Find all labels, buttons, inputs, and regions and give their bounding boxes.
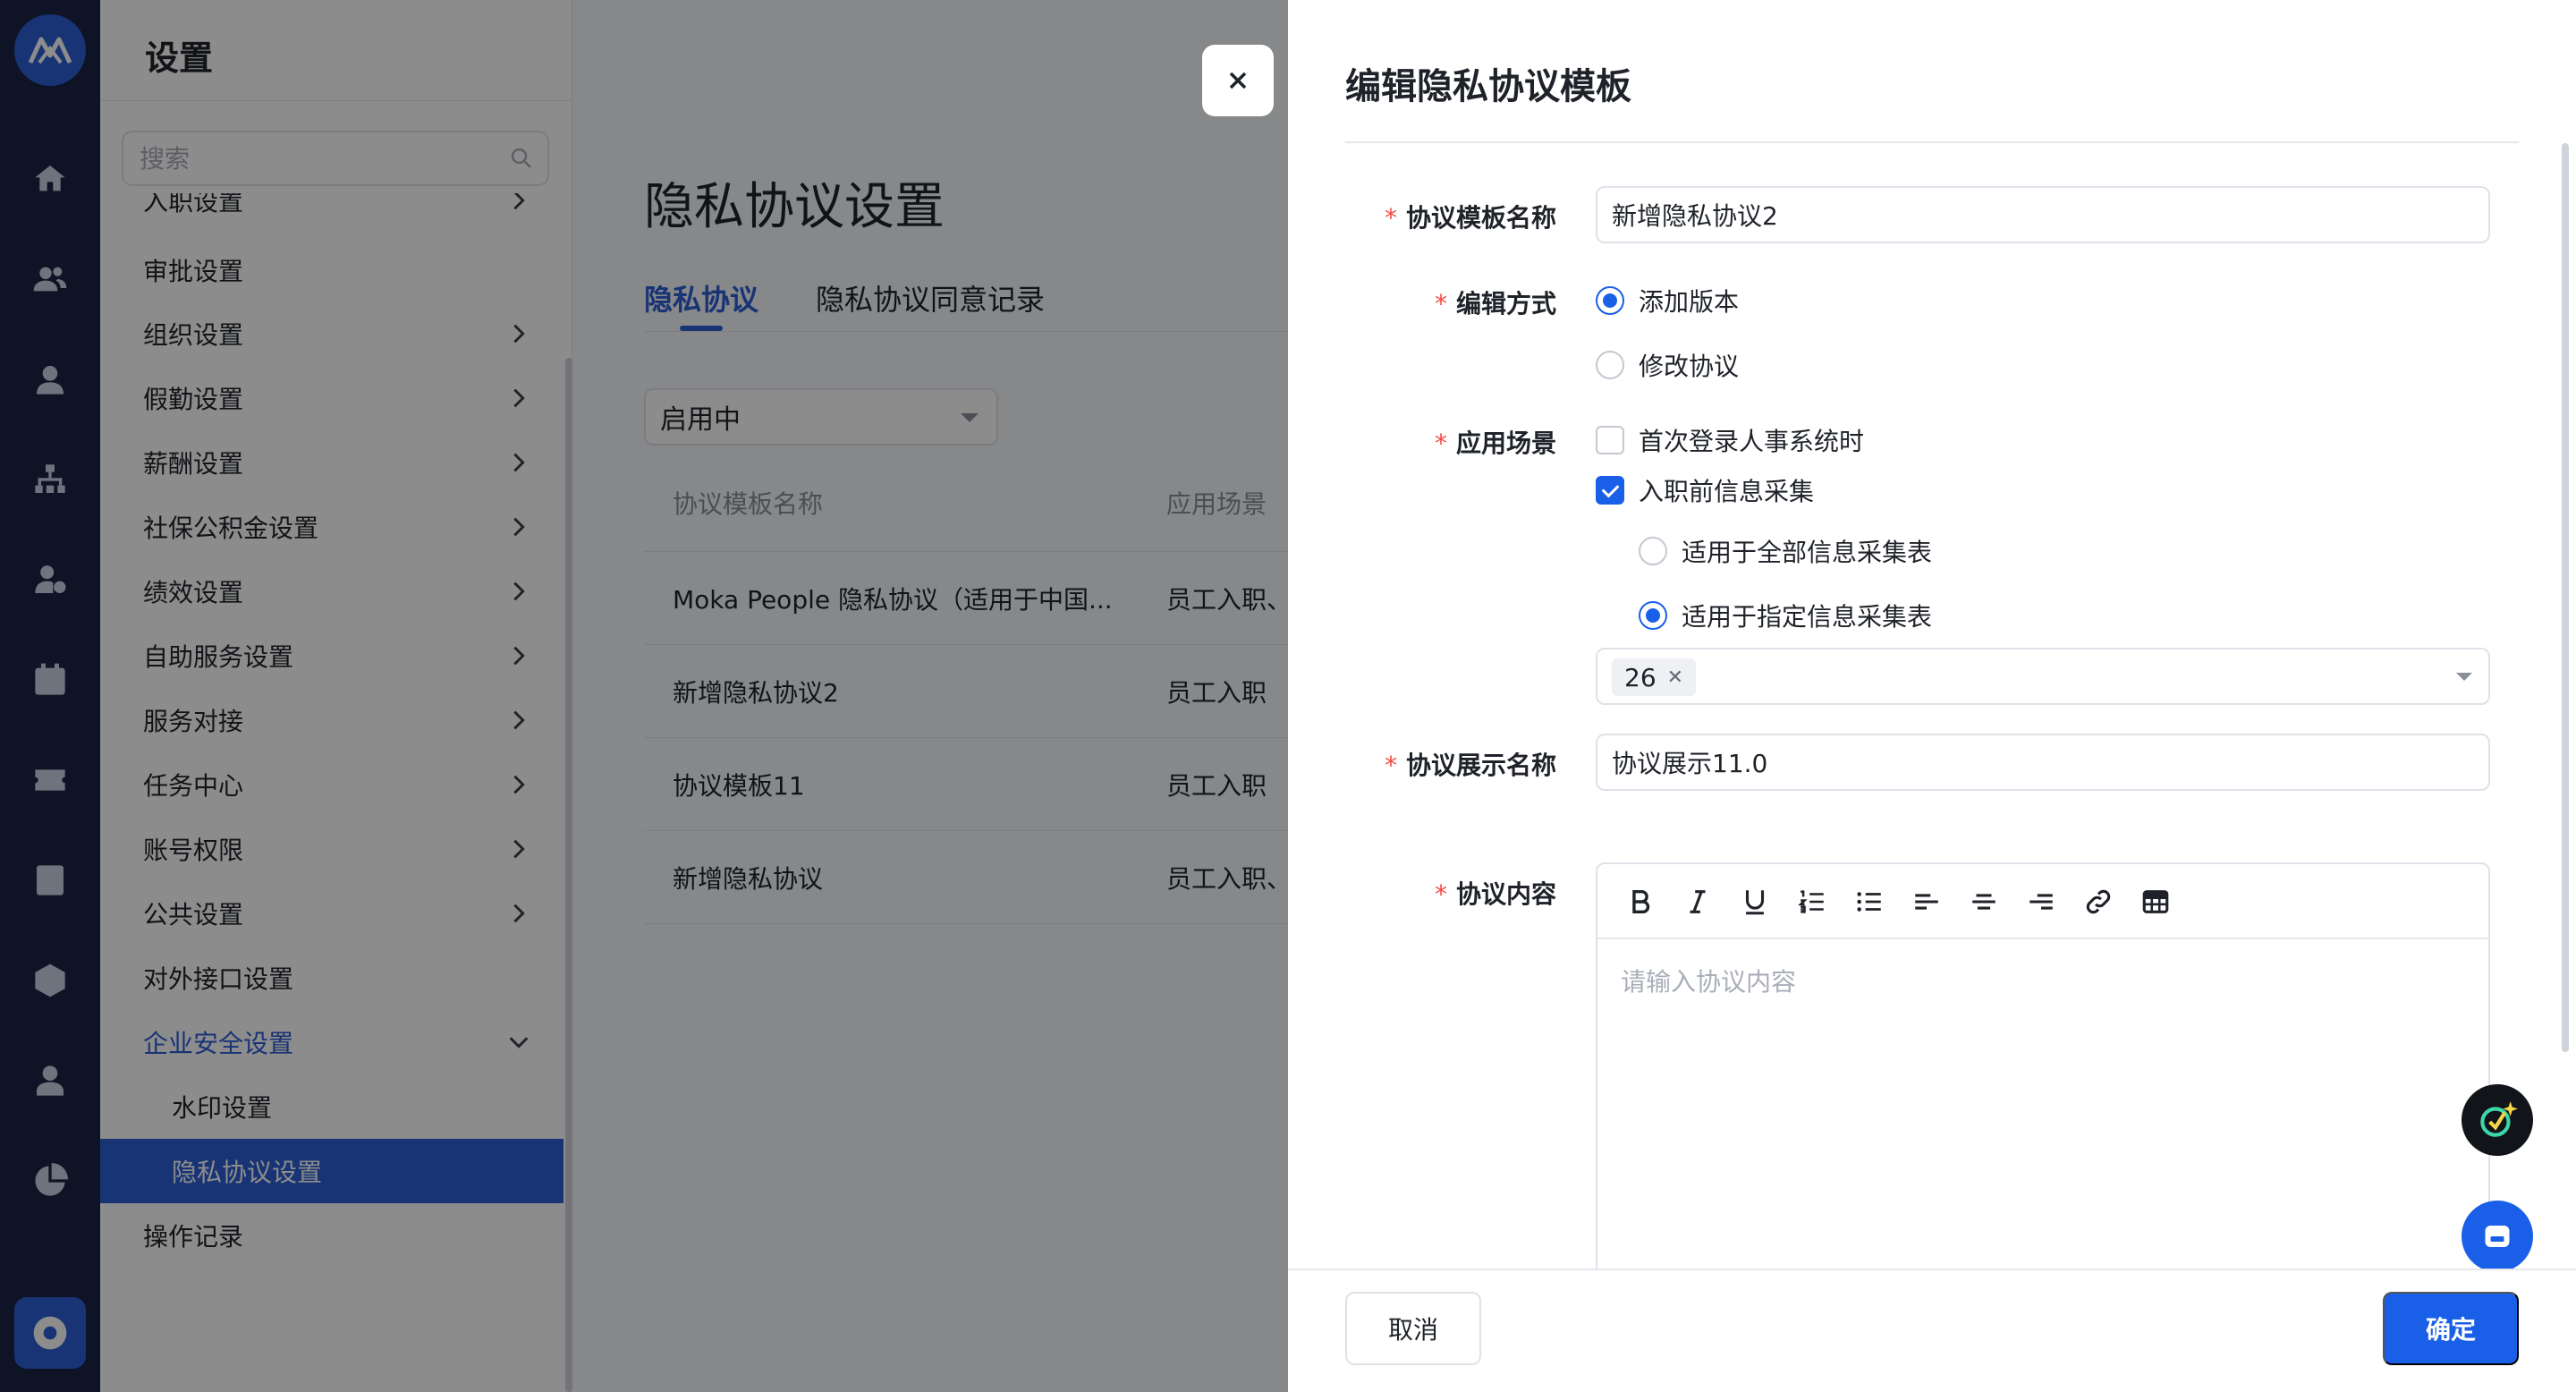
confirm-button[interactable]: 确定 bbox=[2383, 1292, 2519, 1365]
tag-remove-icon[interactable]: ✕ bbox=[1667, 666, 1683, 689]
italic-icon[interactable] bbox=[1680, 884, 1716, 920]
underline-icon[interactable] bbox=[1737, 884, 1773, 920]
radio-unchecked-icon bbox=[1596, 351, 1624, 379]
required-mark: * bbox=[1384, 751, 1397, 780]
required-mark: * bbox=[1434, 429, 1447, 458]
link-icon[interactable] bbox=[2080, 884, 2116, 920]
form-multi-select[interactable]: 26 ✕ bbox=[1596, 648, 2490, 705]
radio-modify-agreement[interactable]: 修改协议 bbox=[1596, 347, 1739, 383]
radio-checked-icon bbox=[1639, 601, 1667, 630]
ai-assistant-icon[interactable] bbox=[2462, 1084, 2533, 1156]
radio-add-version[interactable]: 添加版本 bbox=[1596, 283, 1739, 318]
checkbox-first-login[interactable]: 首次登录人事系统时 bbox=[1596, 422, 1864, 458]
bullet-list-icon[interactable] bbox=[1852, 884, 1887, 920]
drawer-title: 编辑隐私协议模板 bbox=[1345, 66, 1631, 107]
bold-icon[interactable] bbox=[1623, 884, 1658, 920]
table-icon[interactable] bbox=[2138, 884, 2174, 920]
template-name-label: * 协议模板名称 bbox=[1384, 203, 1556, 233]
editor-toolbar bbox=[1597, 864, 2488, 939]
ordered-list-icon[interactable] bbox=[1794, 884, 1830, 920]
align-left-icon[interactable] bbox=[1909, 884, 1945, 920]
edit-template-drawer: 编辑隐私协议模板 * 协议模板名称 新增隐私协议2 * 编辑方式 添加版本 修改协议… bbox=[1288, 0, 2576, 1392]
align-center-icon[interactable] bbox=[1966, 884, 2002, 920]
required-mark: * bbox=[1384, 203, 1397, 233]
cancel-button[interactable]: 取消 bbox=[1345, 1292, 1481, 1365]
modal-overlay[interactable] bbox=[0, 0, 1288, 1392]
radio-checked-icon bbox=[1596, 286, 1624, 315]
template-name-input[interactable]: 新增隐私协议2 bbox=[1596, 186, 2490, 243]
display-name-label: * 协议展示名称 bbox=[1384, 751, 1556, 780]
align-right-icon[interactable] bbox=[2023, 884, 2059, 920]
selected-tag: 26 ✕ bbox=[1612, 658, 1697, 696]
display-name-input[interactable]: 协议展示11.0 bbox=[1596, 734, 2490, 791]
checkbox-pre-onboarding[interactable]: 入职前信息采集 bbox=[1596, 472, 1814, 508]
close-icon bbox=[1229, 72, 1247, 89]
close-drawer-button[interactable] bbox=[1202, 45, 1274, 116]
required-mark: * bbox=[1434, 879, 1447, 909]
content-label: * 协议内容 bbox=[1434, 879, 1556, 909]
drawer-footer: 取消 确定 bbox=[1288, 1269, 2576, 1392]
radio-unchecked-icon bbox=[1639, 537, 1667, 565]
edit-mode-label: * 编辑方式 bbox=[1434, 289, 1556, 318]
radio-specified-forms[interactable]: 适用于指定信息采集表 bbox=[1639, 598, 1932, 633]
editor-placeholder[interactable]: 请输入协议内容 bbox=[1621, 963, 1796, 998]
drawer-scrollbar[interactable] bbox=[2562, 143, 2569, 1052]
chat-support-icon[interactable] bbox=[2462, 1201, 2533, 1272]
checkbox-checked-icon bbox=[1596, 476, 1624, 505]
divider bbox=[1345, 141, 2519, 143]
checkbox-unchecked-icon bbox=[1596, 426, 1624, 454]
caret-down-icon bbox=[2456, 673, 2472, 681]
required-mark: * bbox=[1434, 289, 1447, 318]
radio-all-forms[interactable]: 适用于全部信息采集表 bbox=[1639, 533, 1932, 569]
scene-label: * 应用场景 bbox=[1434, 429, 1556, 458]
